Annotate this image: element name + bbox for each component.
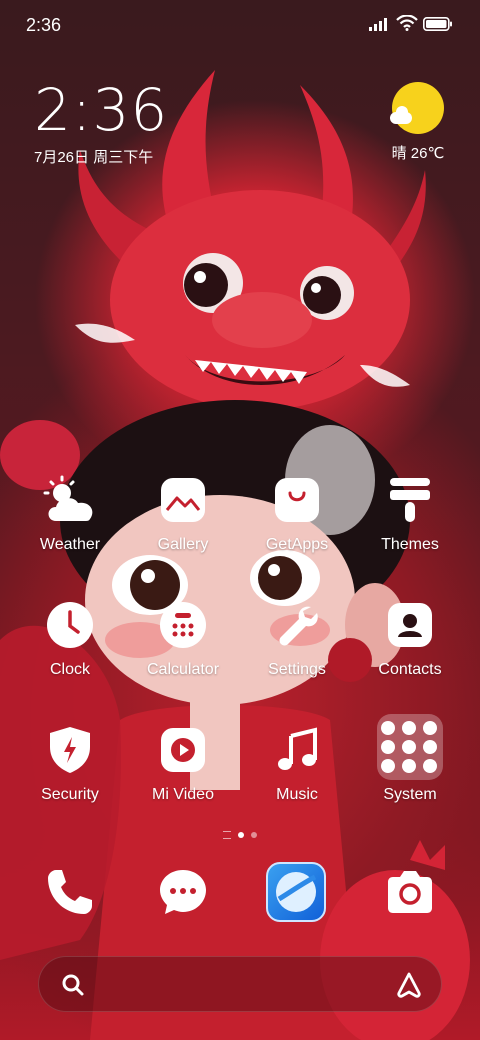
folder-icon [377,714,443,780]
app-weather[interactable]: Weather [15,470,125,554]
app-label: System [383,786,437,803]
battery-icon [423,17,452,31]
contacts-icon [380,595,440,655]
signal-icon [369,18,387,31]
camera-icon [388,871,432,913]
app-gallery[interactable]: Gallery [128,470,238,554]
status-time: 2:36 [26,15,62,35]
paint-brush-icon [380,470,440,530]
app-label: Calculator [146,661,220,678]
dock-camera[interactable] [380,862,440,922]
shopping-bag-icon [267,470,327,530]
dock-phone[interactable] [40,862,100,922]
app-themes[interactable]: Themes [355,470,465,554]
assistant-icon[interactable] [395,971,423,999]
app-label: Mi Video [152,786,214,803]
app-calculator[interactable]: Calculator [128,595,238,679]
app-label: Music [276,786,318,803]
search-icon[interactable] [61,973,85,997]
music-note-icon [267,720,327,780]
widget-time: 2:36 [34,76,169,144]
page-dot [251,832,257,838]
clock-icon [40,595,100,655]
wrench-icon [267,595,327,655]
dock-messages[interactable] [153,862,213,922]
clock-widget[interactable]: 2:36 7月26日 周三下午 [34,80,168,167]
app-security[interactable]: Security [15,720,125,804]
play-icon [153,720,213,780]
app-system-folder[interactable]: System [355,714,465,804]
widget-date: 7月26日 周三下午 [34,149,154,166]
app-settings[interactable]: Settings [242,595,352,679]
app-label: Clock [49,661,90,678]
dock-browser[interactable] [266,862,326,922]
weather-widget[interactable]: 晴 26℃ [378,82,458,163]
weather-icon [40,470,100,530]
app-mivideo[interactable]: Mi Video [128,720,238,804]
status-bar: 2:36 [0,0,480,50]
app-label: GetApps [265,536,329,553]
app-contacts[interactable]: Contacts [355,595,465,679]
page-list-indicator [223,831,231,839]
weather-temp: 晴 26℃ [391,145,445,162]
app-label: Weather [39,536,101,553]
gallery-icon [153,470,213,530]
shield-icon [40,720,100,780]
messages-icon [160,870,206,914]
app-label: Settings [268,661,326,678]
app-label: Security [41,786,99,803]
browser-icon [276,872,317,912]
app-label: Contacts [378,661,442,678]
calculator-icon [153,595,213,655]
search-bar[interactable] [38,956,442,1012]
app-label: Gallery [157,536,209,553]
page-indicator[interactable] [200,830,280,840]
app-label: Themes [381,536,439,553]
app-music[interactable]: Music [242,720,352,804]
app-clock[interactable]: Clock [15,595,125,679]
phone-icon [48,870,92,914]
app-getapps[interactable]: GetApps [242,470,352,554]
wifi-icon [396,15,418,31]
sunny-cloud-icon [390,82,444,134]
page-dot-active [238,832,244,838]
